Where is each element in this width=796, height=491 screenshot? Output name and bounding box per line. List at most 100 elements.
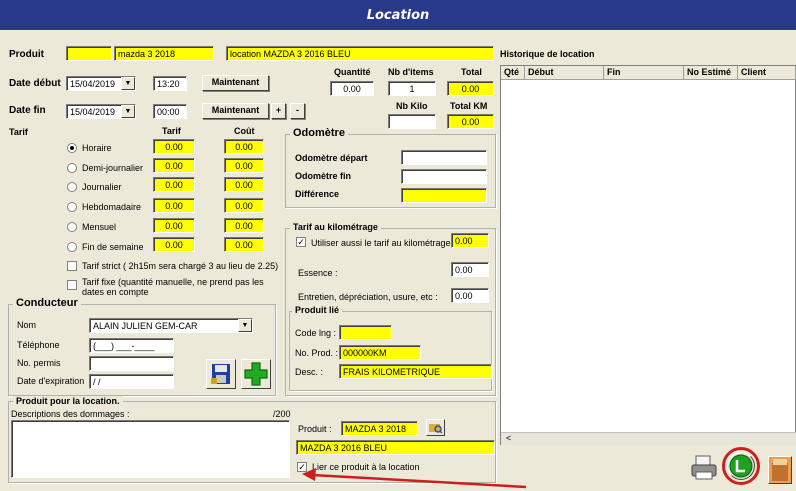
tarif-fixe-label-2: dates en compte [82,287,149,297]
add-driver-button[interactable] [241,359,271,389]
nb-items-field[interactable]: 1 [388,81,436,96]
no-prod-label: No. Prod. : [295,348,339,358]
desc-field: FRAIS KILOMETRIQUE [339,364,492,379]
rate-label-demi-journalier: Demi-journalier [82,163,144,173]
produit-desc-field[interactable]: location MAZDA 3 2016 BLEU [226,46,494,61]
conducteur-title: Conducteur [13,297,81,309]
odometre-fin-field[interactable] [401,169,487,184]
cout-horaire[interactable]: 0.00 [224,139,264,154]
dommages-label: Descriptions des dommages : [11,409,130,419]
produit-location-title: Produit pour la location. [13,396,123,406]
odometre-depart-field[interactable] [401,150,487,165]
tarif-label: Tarif [9,127,28,137]
cout-fin-de-semaine[interactable]: 0.00 [224,237,264,252]
radio-hebdomadaire[interactable] [67,202,77,212]
rate-label-mensuel: Mensuel [82,222,117,232]
maintenant-fin-button[interactable]: Maintenant [202,103,269,119]
browse-product-button[interactable] [426,419,445,436]
scroll-left-icon[interactable]: < [506,433,511,443]
radio-journalier[interactable] [67,182,77,192]
dommages-count: /200 [273,409,291,419]
annotation-arrow [302,468,527,489]
tarif-horaire[interactable]: 0.00 [153,139,195,154]
km-use-checkbox[interactable]: ✓ [296,237,306,247]
floppy-disk-icon [211,364,230,384]
essence-label: Essence : [298,268,338,278]
col-fin[interactable]: Fin [604,66,684,80]
maintenant-debut-button[interactable]: Maintenant [202,75,269,91]
tarif-hebdomadaire[interactable]: 0.00 [153,198,195,213]
odometre-fin-label: Odomètre fin [295,171,352,181]
historique-scrollbar[interactable]: < [501,432,796,445]
permis-field[interactable] [89,356,174,371]
nb-items-label: Nb d'items [388,67,434,77]
odometre-title: Odomètre [290,127,348,139]
minus-button[interactable]: - [290,103,305,119]
nb-kilo-field[interactable] [388,114,436,129]
cout-hebdomadaire[interactable]: 0.00 [224,198,264,213]
radio-demi-journalier[interactable] [67,163,77,173]
produit-location-field[interactable]: MAZDA 3 2018 [341,421,418,436]
expiration-label: Date d'expiration [17,376,85,386]
nb-kilo-label: Nb Kilo [396,101,428,111]
tarif-demi-journalier[interactable]: 0.00 [153,158,195,173]
tarif-fin-de-semaine[interactable]: 0.00 [153,237,195,252]
historique-list[interactable] [500,65,796,445]
heure-fin-field[interactable]: 00:00 [153,104,187,119]
nom-label: Nom [17,320,37,330]
radio-fin-de-semaine[interactable] [67,242,77,252]
col-qte[interactable]: Qté [501,66,525,80]
radio-mensuel[interactable] [67,222,77,232]
green-plus-icon [244,362,268,386]
tarif-journalier[interactable]: 0.00 [153,177,195,192]
expiration-field[interactable]: / / [89,374,174,389]
code-lng-field[interactable] [339,325,392,340]
rate-label-fin-de-semaine: Fin de semaine [82,242,144,252]
plus-button[interactable]: + [271,103,286,119]
cout-demi-journalier[interactable]: 0.00 [224,158,264,173]
col-no-estime[interactable]: No Estimé [684,66,738,80]
radio-horaire[interactable] [67,143,77,153]
total-km-field: 0.00 [447,114,494,129]
date-fin-dropdown-icon[interactable]: ▼ [121,105,135,118]
confirm-button[interactable] [727,452,755,480]
produit-location-desc: MAZDA 3 2016 BLEU [296,440,495,455]
date-debut-dropdown-icon[interactable]: ▼ [121,77,135,90]
tarif-fixe-checkbox[interactable] [67,280,77,290]
produit-code-field[interactable] [66,46,112,61]
km-use-field[interactable]: 0.00 [451,233,489,248]
exit-door-icon [772,459,788,481]
essence-field[interactable]: 0.00 [451,262,489,277]
quantite-label: Quantité [334,67,371,77]
produit-name-field[interactable]: mazda 3 2018 [114,46,214,61]
tarif-strict-checkbox[interactable] [67,261,77,271]
permis-label: No. permis [17,358,61,368]
no-prod-field[interactable]: 000000KM [339,345,421,360]
tarif-col-header: Tarif [162,126,181,136]
telephone-label: Téléphone [17,340,60,350]
nom-dropdown-icon[interactable]: ▼ [238,319,252,332]
tarif-mensuel[interactable]: 0.00 [153,218,195,233]
odometre-depart-label: Odomètre départ [295,153,368,163]
rate-label-journalier: Journalier [82,182,122,192]
heure-debut-field[interactable]: 13:20 [153,76,187,91]
col-debut[interactable]: Début [525,66,604,80]
telephone-field[interactable]: (___) ___-____ [89,338,174,353]
produit-lie-title: Produit lié [292,305,343,315]
tarif-km-title: Tarif au kilométrage [290,222,381,232]
print-button[interactable] [688,452,720,484]
cout-mensuel[interactable]: 0.00 [224,218,264,233]
folder-search-icon [429,424,443,434]
quantite-field[interactable]: 0.00 [330,81,374,96]
nom-field[interactable]: ALAIN JULIEN GEM-CAR [89,318,253,333]
cout-journalier[interactable]: 0.00 [224,177,264,192]
exit-button[interactable] [768,456,792,484]
difference-field [401,188,487,203]
save-driver-button[interactable] [206,359,236,389]
entretien-field[interactable]: 0.00 [451,288,489,303]
historique-title: Historique de location [500,49,595,59]
col-client[interactable]: Client [738,66,796,80]
total-km-label: Total KM [450,101,488,111]
dommages-textarea[interactable] [11,420,290,478]
window-title: Location [366,8,430,23]
